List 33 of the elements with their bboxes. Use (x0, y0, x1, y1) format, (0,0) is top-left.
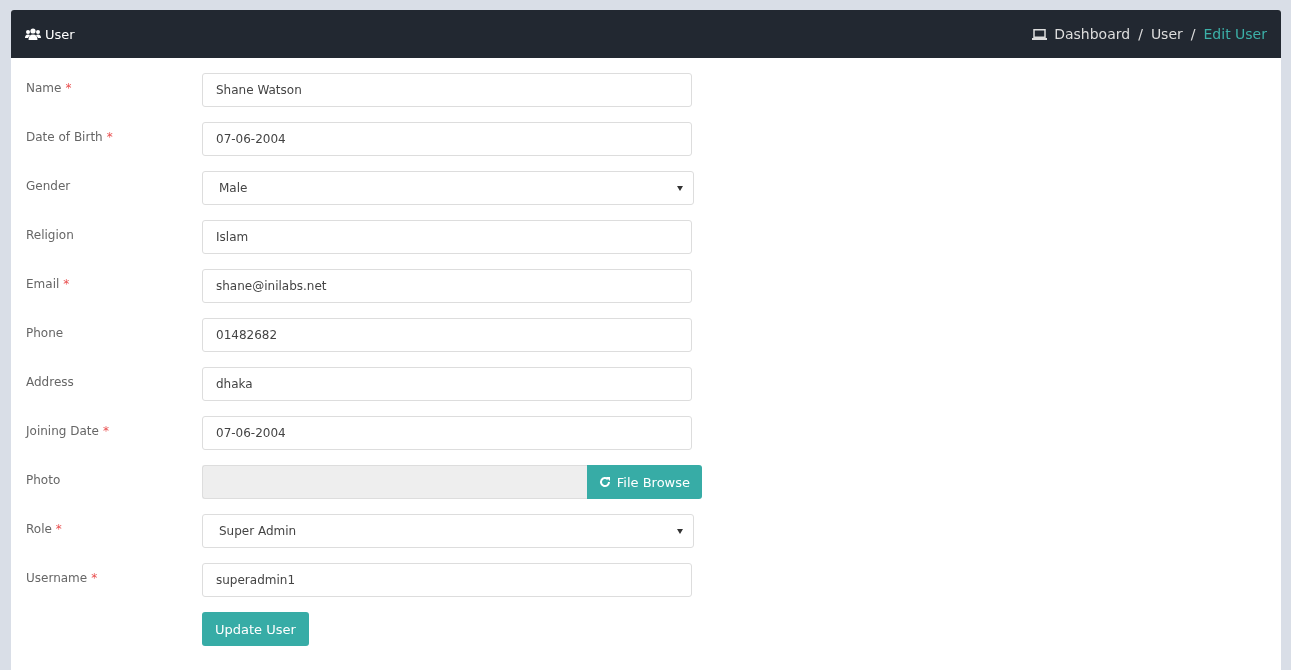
field-label: Role * (26, 521, 63, 536)
text-field[interactable]: 01482682 (202, 318, 692, 352)
caret-icon (677, 528, 683, 534)
users-icon (25, 27, 41, 41)
text-field[interactable]: shane@inilabs.net (202, 269, 692, 303)
laptop-icon (1032, 28, 1048, 40)
breadcrumb-separator: / (1138, 26, 1143, 42)
field-label: Gender (26, 178, 72, 193)
text-field[interactable]: dhaka (202, 367, 692, 401)
file-path-field[interactable] (202, 465, 587, 499)
field-label: Address (26, 374, 75, 389)
text-field[interactable]: Islam (202, 220, 692, 254)
field-label: Username * (26, 570, 99, 585)
text-field[interactable]: Shane Watson (202, 73, 692, 107)
text-field[interactable]: 07-06-2004 (202, 416, 692, 450)
field-label: Phone (26, 325, 65, 340)
refresh-icon (598, 476, 611, 488)
field-label: Religion (26, 227, 75, 242)
select-field[interactable]: Male (202, 171, 694, 205)
field-label: Photo (26, 472, 62, 487)
page-title: User (45, 26, 75, 42)
field-label: Name * (26, 80, 73, 95)
field-label: Date of Birth * (26, 129, 114, 144)
text-field[interactable]: 07-06-2004 (202, 122, 692, 156)
breadcrumb-link[interactable]: User (1150, 26, 1183, 42)
field-label: Joining Date * (26, 423, 110, 438)
breadcrumb-link[interactable]: Dashboard (1054, 26, 1131, 42)
select-field[interactable]: Super Admin (202, 514, 694, 548)
text-field[interactable]: superadmin1 (202, 563, 692, 597)
breadcrumb-separator: / (1190, 26, 1196, 42)
caret-icon (677, 185, 683, 191)
breadcrumb-link[interactable]: Edit User (1203, 26, 1267, 42)
field-label: Email * (26, 276, 71, 291)
